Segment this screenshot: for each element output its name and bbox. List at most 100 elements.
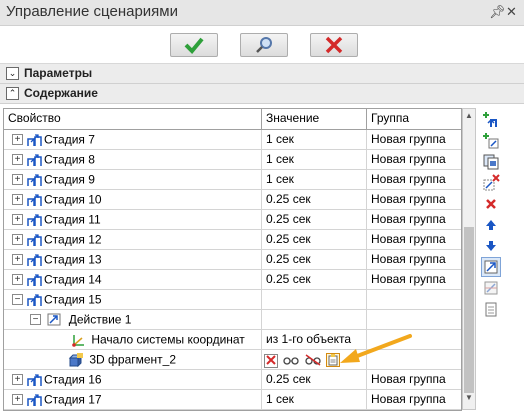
expand-toggle[interactable]: + [12, 254, 23, 266]
table-row[interactable]: + Стадия 9 1 сек Новая группа [4, 170, 461, 190]
expand-toggle[interactable]: + [12, 274, 23, 286]
row-group[interactable]: Новая группа [367, 250, 461, 270]
row-value[interactable]: 0.25 сек [262, 230, 367, 250]
stage-icon [27, 234, 42, 246]
row-group[interactable]: Новая группа [367, 170, 461, 190]
row-group[interactable]: Новая группа [367, 270, 461, 290]
delete-button[interactable] [481, 194, 501, 214]
stage-icon [27, 374, 42, 386]
row-group[interactable]: Новая группа [367, 130, 461, 150]
row-value[interactable]: 0.25 сек [262, 250, 367, 270]
row-group[interactable]: Новая группа [367, 370, 461, 390]
add-stage-icon [483, 112, 497, 127]
table-row[interactable]: + Стадия 11 0.25 сек Новая группа [4, 210, 461, 230]
expand-toggle[interactable]: + [12, 374, 23, 386]
row-group[interactable] [367, 290, 461, 310]
scroll-up-icon[interactable]: ▲ [463, 111, 475, 125]
vertical-scrollbar[interactable]: ▲ ▼ [462, 108, 476, 410]
3d-fragment-icon [68, 352, 83, 367]
delete-icon[interactable] [264, 353, 278, 368]
row-name: Стадия 11 [44, 212, 101, 227]
stage-icon [27, 174, 42, 186]
stage-icon [27, 194, 42, 206]
table-row[interactable]: + Стадия 14 0.25 сек Новая группа [4, 270, 461, 290]
expand-toggle[interactable]: + [12, 394, 23, 406]
stage-edit-button[interactable] [481, 278, 501, 298]
row-value[interactable]: 1 сек [262, 170, 367, 190]
table-row[interactable]: + Стадия 13 0.25 сек Новая группа [4, 250, 461, 270]
chevron-up-icon[interactable]: ⌃ [6, 87, 19, 100]
row-value[interactable]: 0.25 сек [262, 210, 367, 230]
table-row-action[interactable]: − Действие 1 [4, 310, 461, 330]
row-group[interactable]: Новая группа [367, 150, 461, 170]
stage-icon [27, 134, 42, 146]
row-name: Стадия 10 [44, 192, 102, 207]
row-group[interactable]: Новая группа [367, 210, 461, 230]
row-value[interactable]: 0.25 сек [262, 370, 367, 390]
row-value[interactable]: 0.25 сек [262, 190, 367, 210]
section-content[interactable]: ⌃ Содержание [0, 84, 524, 104]
annotation-arrow [340, 334, 412, 363]
expand-toggle[interactable]: + [12, 154, 23, 166]
collapse-toggle[interactable]: − [30, 314, 41, 326]
row-value[interactable]: 1 сек [262, 390, 367, 410]
stage-mode-button[interactable] [481, 257, 501, 277]
cancel-icon [325, 36, 343, 54]
section-params[interactable]: ⌄ Параметры [0, 64, 524, 84]
pin-icon[interactable]: 📌︎ [489, 4, 506, 20]
glasses-strike-icon[interactable] [305, 354, 321, 368]
expand-toggle[interactable]: + [12, 134, 23, 146]
row-name: Стадия 12 [44, 232, 102, 247]
delete-icon [486, 199, 496, 209]
expand-toggle[interactable]: + [12, 174, 23, 186]
glasses-icon[interactable] [283, 354, 299, 368]
table-row[interactable]: − Стадия 15 [4, 290, 461, 310]
remove-action-button[interactable] [481, 173, 501, 193]
window-title: Управление сценариями [6, 3, 178, 20]
cancel-button[interactable] [310, 33, 358, 57]
table-row[interactable]: + Стадия 10 0.25 сек Новая группа [4, 190, 461, 210]
table-row[interactable]: + Стадия 12 0.25 сек Новая группа [4, 230, 461, 250]
row-value[interactable]: 1 сек [262, 150, 367, 170]
copy-button[interactable] [481, 152, 501, 172]
table-row[interactable]: + Стадия 16 0.25 сек Новая группа [4, 370, 461, 390]
row-name: Стадия 8 [44, 152, 95, 167]
close-window-icon[interactable]: ✕ [506, 4, 517, 20]
header-group[interactable]: Группа [367, 109, 461, 129]
table-row[interactable]: + Стадия 8 1 сек Новая группа [4, 150, 461, 170]
header-value[interactable]: Значение [262, 109, 367, 129]
move-up-button[interactable] [481, 215, 501, 235]
row-name: Стадия 9 [44, 172, 95, 187]
row-group[interactable]: Новая группа [367, 190, 461, 210]
stage-edit-icon [484, 281, 498, 295]
check-icon [184, 37, 204, 54]
ok-button[interactable] [170, 33, 218, 57]
row-value[interactable]: 0.25 сек [262, 270, 367, 290]
expand-toggle[interactable]: + [12, 234, 23, 246]
header-property[interactable]: Свойство [4, 109, 262, 129]
expand-toggle[interactable]: + [12, 194, 23, 206]
action-icon [47, 313, 61, 326]
chevron-down-icon[interactable]: ⌄ [6, 67, 19, 80]
section-content-label: Содержание [24, 86, 98, 100]
move-down-button[interactable] [481, 236, 501, 256]
magnifier-icon [256, 37, 272, 53]
row-value[interactable] [262, 290, 367, 310]
row-name: Стадия 13 [44, 252, 102, 267]
row-group[interactable]: Новая группа [367, 230, 461, 250]
row-name: Стадия 7 [44, 132, 95, 147]
properties-button[interactable] [481, 299, 501, 319]
scroll-thumb[interactable] [464, 227, 474, 393]
find-button[interactable] [240, 33, 288, 57]
collapse-toggle[interactable]: − [12, 294, 23, 306]
title-bar: Управление сценариями 📌︎ ✕ [0, 0, 524, 26]
table-row[interactable]: + Стадия 17 1 сек Новая группа [4, 390, 461, 410]
table-row[interactable]: + Стадия 7 1 сек Новая группа [4, 130, 461, 150]
expand-toggle[interactable]: + [12, 214, 23, 226]
row-value[interactable]: 1 сек [262, 130, 367, 150]
scroll-down-icon[interactable]: ▼ [463, 393, 475, 407]
grid-header: Свойство Значение Группа [4, 109, 461, 130]
add-action-button[interactable] [481, 131, 501, 151]
row-group[interactable]: Новая группа [367, 390, 461, 410]
add-stage-button[interactable] [481, 110, 501, 130]
